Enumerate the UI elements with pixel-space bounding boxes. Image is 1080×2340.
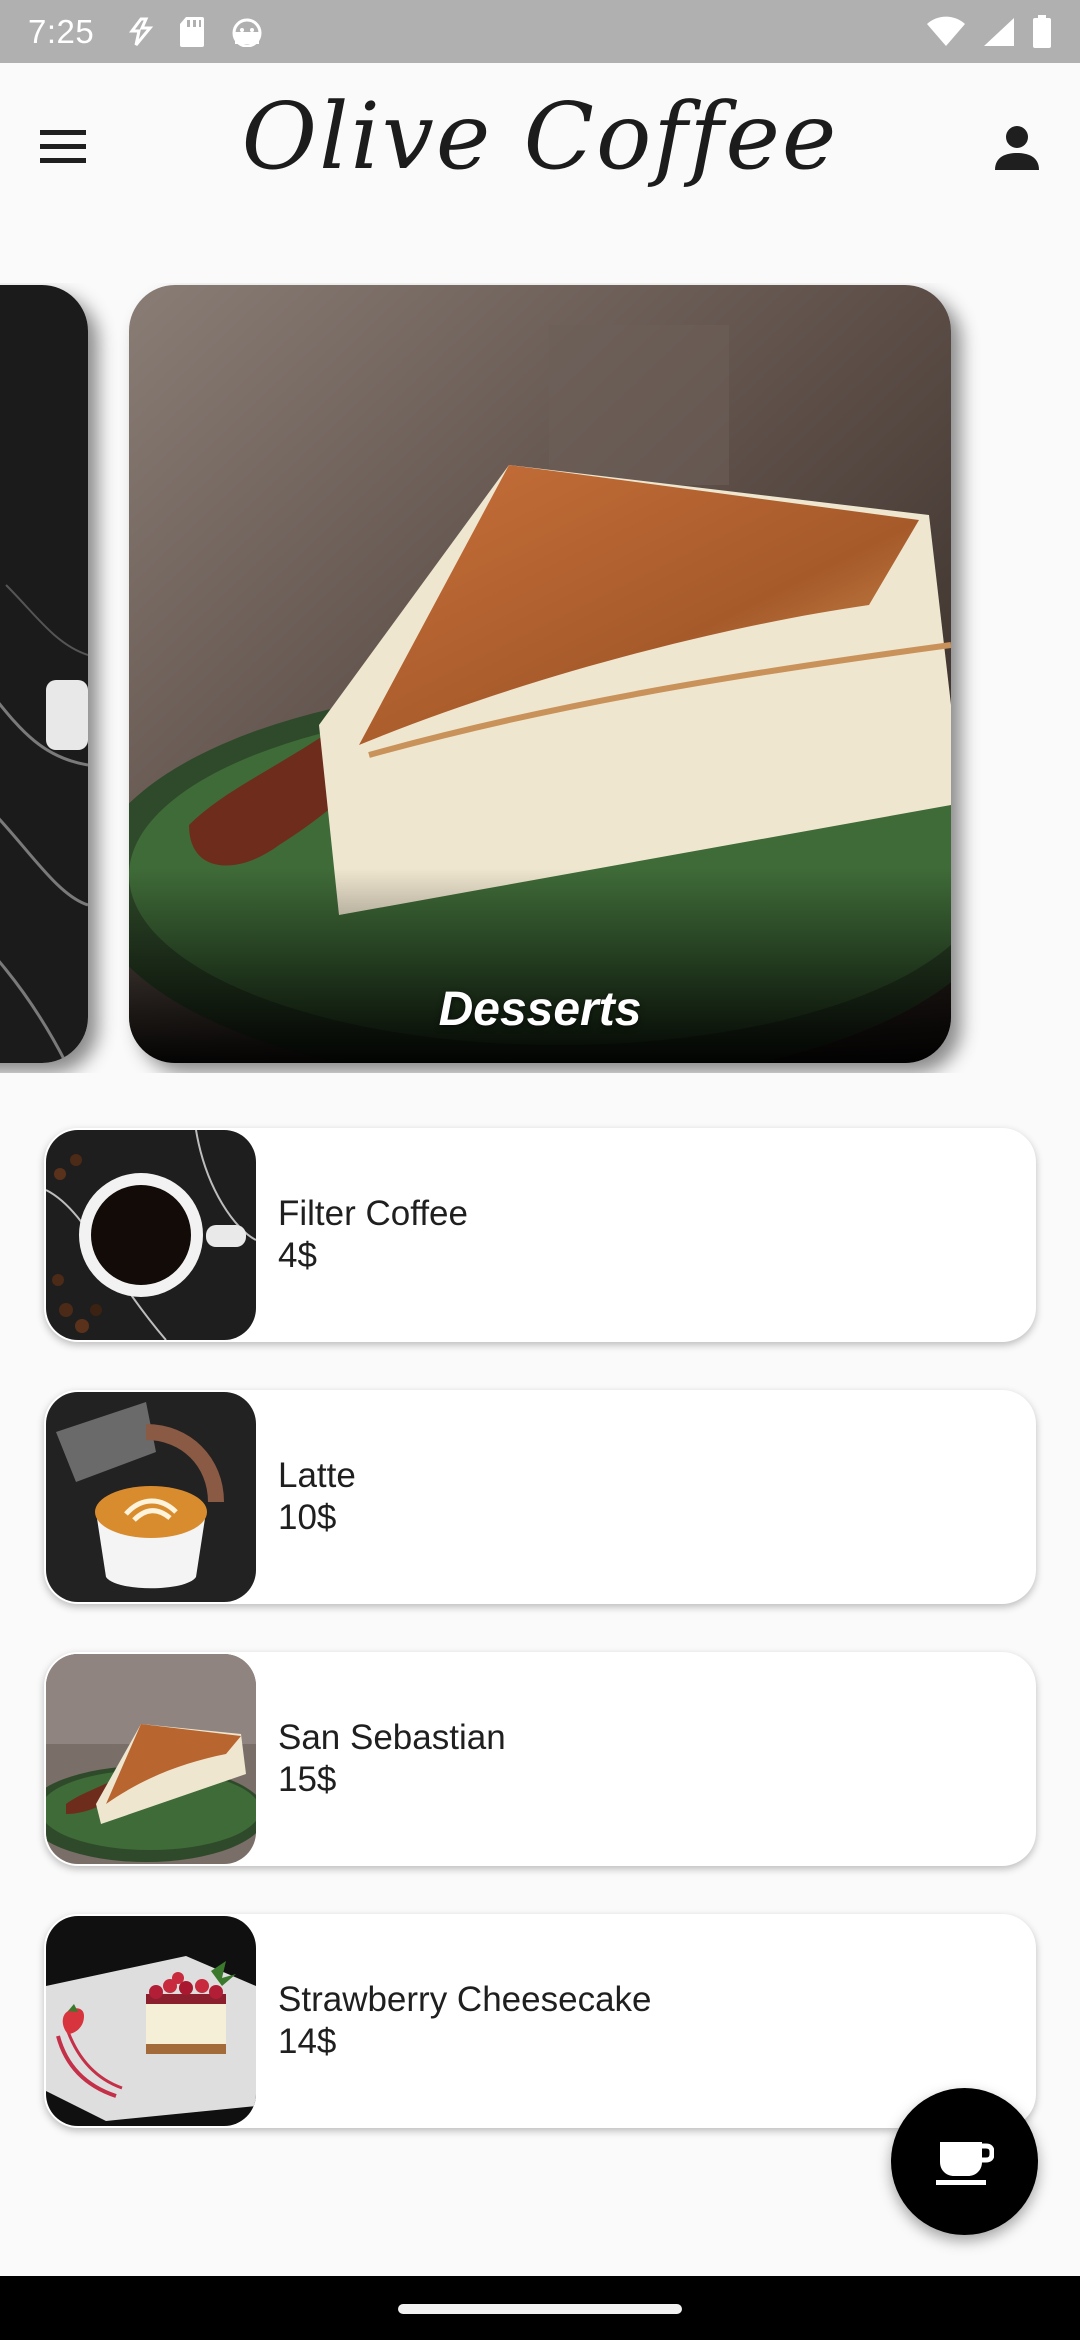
product-image xyxy=(46,1130,256,1340)
profile-button[interactable] xyxy=(982,113,1052,183)
category-card-previous[interactable] xyxy=(0,285,88,1063)
product-info: San Sebastian 15$ xyxy=(278,1717,506,1801)
coffee-category-image xyxy=(0,285,88,1063)
category-carousel[interactable]: Desserts xyxy=(0,283,1080,1073)
category-label: Desserts xyxy=(438,983,642,1036)
sd-card-icon xyxy=(178,15,206,49)
product-card[interactable]: Strawberry Cheesecake 14$ xyxy=(44,1914,1036,2128)
product-info: Filter Coffee 4$ xyxy=(278,1193,468,1277)
android-head-icon xyxy=(230,17,264,47)
app-title: Olive Coffee xyxy=(241,83,839,190)
filter-coffee-image xyxy=(46,1130,256,1340)
product-price: 4$ xyxy=(278,1236,317,1275)
app-bar: Olive Coffee xyxy=(0,63,1080,263)
product-name: San Sebastian xyxy=(278,1718,506,1757)
product-card[interactable]: Filter Coffee 4$ xyxy=(44,1128,1036,1342)
status-notification-icons xyxy=(128,15,264,49)
product-card[interactable]: San Sebastian 15$ xyxy=(44,1652,1036,1866)
cheesecake-category-image xyxy=(129,285,951,1063)
product-info: Strawberry Cheesecake 14$ xyxy=(278,1979,652,2063)
home-gesture-handle[interactable] xyxy=(398,2304,682,2314)
wifi-icon xyxy=(926,16,966,48)
status-time: 7:25 xyxy=(28,12,95,50)
product-image xyxy=(46,1916,256,2126)
data-saver-icon xyxy=(128,17,154,47)
product-name: Filter Coffee xyxy=(278,1194,468,1233)
product-list: Filter Coffee 4$ Latte 10$ San Sebastian… xyxy=(44,1128,1036,2176)
product-price: 15$ xyxy=(278,1760,337,1799)
product-price: 10$ xyxy=(278,1498,337,1537)
person-icon xyxy=(995,126,1039,170)
battery-icon xyxy=(1032,14,1052,49)
san-sebastian-image xyxy=(46,1654,256,1864)
status-system-icons xyxy=(926,14,1052,49)
system-nav-bar xyxy=(0,2276,1080,2340)
category-card-desserts[interactable]: Desserts xyxy=(129,285,951,1063)
product-info: Latte 10$ xyxy=(278,1455,356,1539)
coffee-cup-icon xyxy=(935,2141,994,2185)
strawberry-cheesecake-image xyxy=(46,1916,256,2126)
status-bar: 7:25 xyxy=(0,0,1080,63)
product-name: Latte xyxy=(278,1456,356,1495)
product-price: 14$ xyxy=(278,2022,337,2061)
latte-image xyxy=(46,1392,256,1602)
product-name: Strawberry Cheesecake xyxy=(278,1980,652,2019)
product-card[interactable]: Latte 10$ xyxy=(44,1390,1036,1604)
product-image xyxy=(46,1654,256,1864)
product-image xyxy=(46,1392,256,1602)
cart-fab-button[interactable] xyxy=(891,2088,1038,2235)
signal-icon xyxy=(982,16,1016,48)
